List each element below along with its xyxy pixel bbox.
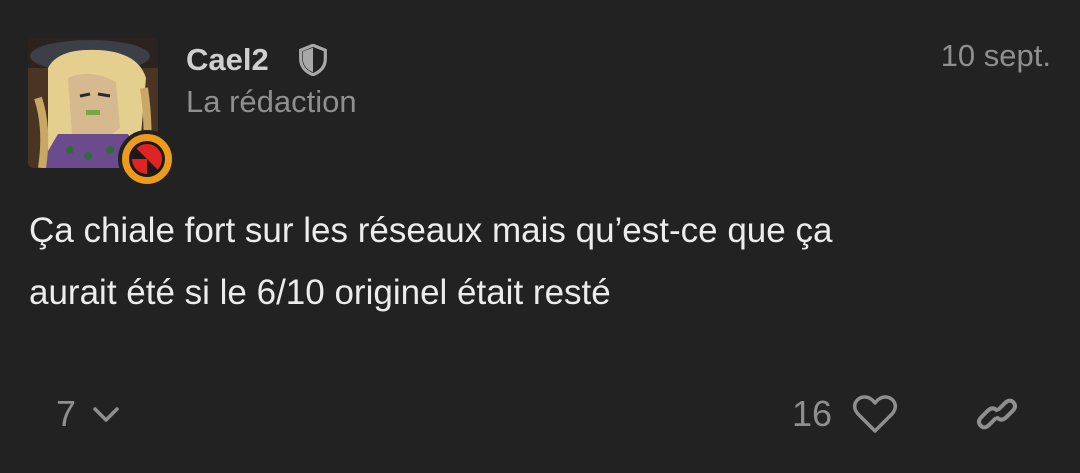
replies-count: 7 <box>56 393 77 434</box>
post-content-line: Ça chiale fort sur les réseaux mais qu’e… <box>29 211 833 250</box>
heart-icon[interactable] <box>852 394 898 434</box>
shield-icon <box>299 44 327 76</box>
chevron-down-icon <box>93 407 119 422</box>
post-date[interactable]: 10 sept. <box>941 36 1051 76</box>
author-group[interactable]: La rédaction <box>186 82 357 122</box>
replies-button[interactable]: 7 <box>56 392 122 436</box>
likes-group: 16 <box>792 392 898 436</box>
post-card: Cael2 La rédaction 10 sept. Ça chiale fo… <box>0 0 1080 473</box>
red-circle-flair-icon <box>118 130 176 188</box>
author-avatar-group[interactable] <box>28 38 180 188</box>
author-username[interactable]: Cael2 <box>186 40 269 80</box>
link-icon[interactable] <box>975 394 1019 434</box>
likes-count: 16 <box>792 393 833 434</box>
post-content: Ça chiale fort sur les réseaux mais qu’e… <box>29 200 1039 324</box>
post-content-line: aurait été si le 6/10 originel était res… <box>29 273 611 312</box>
